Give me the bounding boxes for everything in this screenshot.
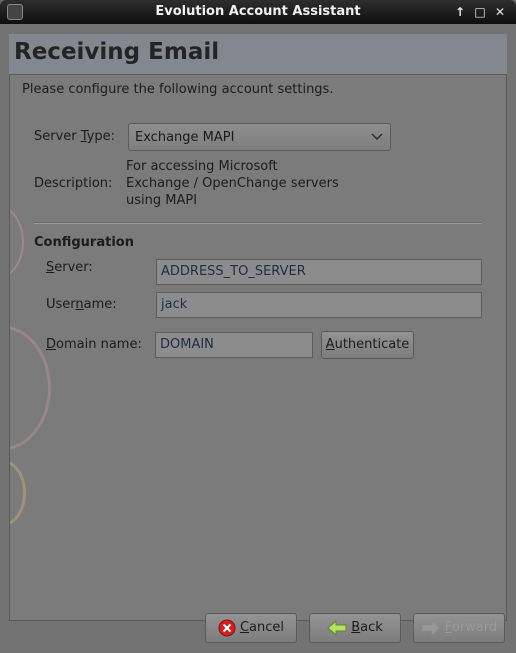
cancel-button[interactable]: Cancel: [205, 613, 297, 643]
chevron-down-icon: [371, 133, 383, 140]
background-decoration: [10, 205, 24, 279]
assistant-window: Receiving Email Please configure the fol…: [0, 24, 516, 653]
description-label: Description:: [34, 176, 113, 191]
maximize-icon[interactable]: □: [472, 4, 488, 20]
window-title: Evolution Account Assistant: [155, 4, 361, 19]
server-input[interactable]: ADDRESS_TO_SERVER: [156, 259, 482, 285]
domain-label: Domain name:: [46, 337, 142, 352]
close-icon[interactable]: ✕: [492, 4, 508, 20]
page-header: Receiving Email: [9, 34, 507, 74]
settings-panel: Please configure the following account s…: [9, 74, 507, 621]
back-button[interactable]: Back: [309, 613, 401, 643]
server-label: Server:: [46, 260, 93, 275]
forward-button[interactable]: Forward: [413, 613, 505, 643]
description-line: Exchange / OpenChange servers: [126, 176, 339, 191]
username-input[interactable]: jack: [156, 292, 482, 318]
button-bar: Cancel Back Forward: [0, 599, 516, 653]
title-bar: Evolution Account Assistant ↑ □ ✕: [0, 0, 516, 24]
shade-up-icon[interactable]: ↑: [452, 4, 468, 20]
domain-input[interactable]: DOMAIN: [155, 332, 313, 358]
description-line: using MAPI: [126, 193, 198, 208]
background-decoration: [10, 460, 26, 526]
cancel-icon: [218, 619, 236, 636]
forward-arrow-icon: [421, 619, 441, 636]
background-decoration: [10, 325, 51, 451]
back-arrow-icon: [327, 619, 347, 636]
server-type-label: Server Type:: [34, 129, 116, 144]
separator: [34, 222, 482, 224]
intro-text: Please configure the following account s…: [22, 82, 334, 97]
username-label: Username:: [46, 297, 117, 312]
configuration-heading: Configuration: [34, 235, 134, 250]
description-line: For accessing Microsoft: [126, 159, 278, 174]
authenticate-button[interactable]: Authenticate: [321, 331, 414, 359]
description-text: For accessing Microsoft Exchange / OpenC…: [126, 158, 386, 209]
server-type-value: Exchange MAPI: [135, 130, 235, 145]
page-title: Receiving Email: [14, 39, 220, 65]
server-type-select[interactable]: Exchange MAPI: [128, 123, 391, 151]
